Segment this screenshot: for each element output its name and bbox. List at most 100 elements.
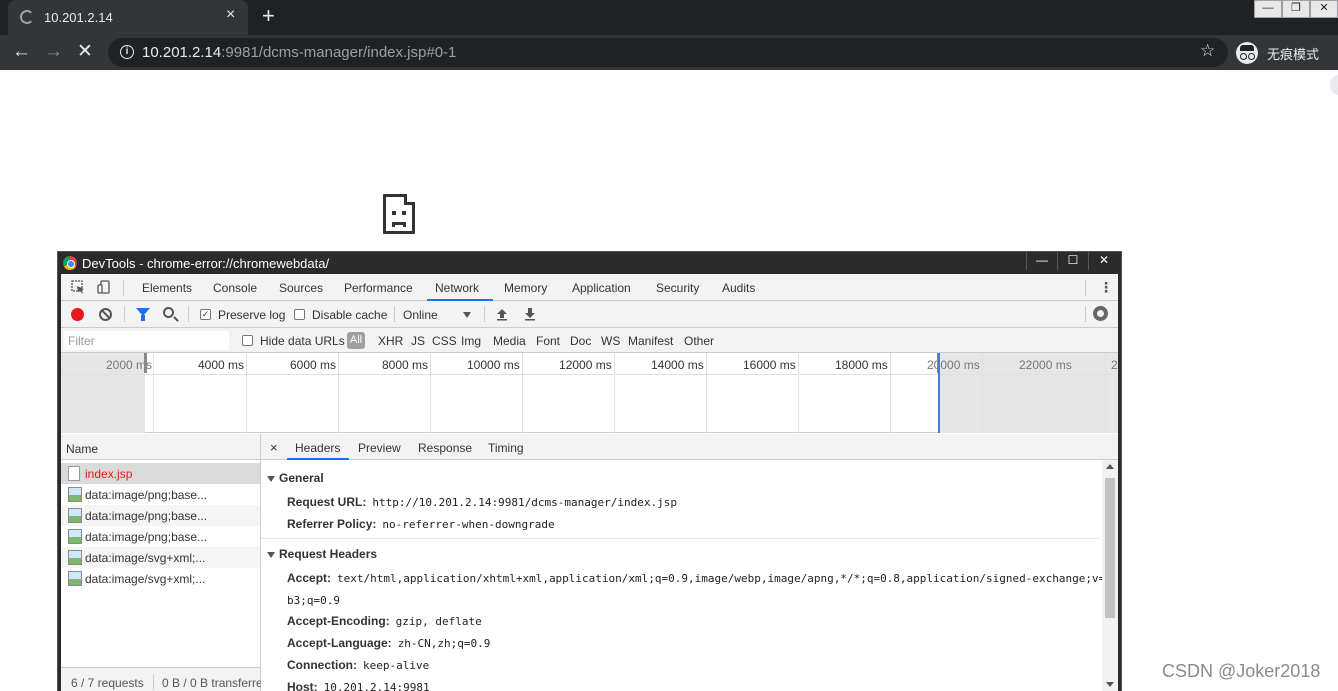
tab-response[interactable]: Response: [418, 441, 472, 455]
disable-cache-checkbox[interactable]: [294, 309, 305, 320]
request-headers-section-header[interactable]: Request Headers: [267, 547, 377, 561]
filter-type-doc[interactable]: Doc: [570, 334, 591, 348]
chevron-down-icon[interactable]: [463, 312, 471, 318]
request-name: data:image/png;base...: [85, 530, 208, 544]
list-item[interactable]: index.jsp: [61, 463, 260, 484]
tab-network[interactable]: Network: [435, 281, 479, 295]
tick-label: 8000 ms: [382, 358, 429, 372]
url-path: :9981/dcms-manager/index.jsp#0-1: [221, 44, 457, 61]
filter-type-font[interactable]: Font: [536, 334, 560, 348]
header-row: Accept: text/html,application/xhtml+xml,a…: [287, 571, 1105, 585]
name-column-header[interactable]: Name: [61, 434, 260, 460]
hide-data-urls-label: Hide data URLs: [260, 334, 345, 348]
more-options-icon[interactable]: ⋮: [1099, 279, 1113, 296]
detail-scrollbar[interactable]: [1102, 460, 1118, 691]
tab-audits[interactable]: Audits: [722, 281, 755, 295]
scroll-down-icon[interactable]: [1106, 682, 1114, 687]
incognito-indicator[interactable]: 无痕模式: [1236, 40, 1319, 66]
filter-input[interactable]: [64, 331, 229, 350]
header-key: Accept-Language:: [287, 636, 392, 650]
tab-timing[interactable]: Timing: [488, 441, 524, 455]
tab-sources[interactable]: Sources: [279, 281, 323, 295]
list-item[interactable]: data:image/svg+xml;...: [61, 568, 260, 589]
sad-page-icon: [383, 194, 415, 234]
filter-type-img[interactable]: Img: [461, 334, 481, 348]
hide-data-urls-checkbox[interactable]: [242, 335, 253, 346]
panel-tabs: Elements Console Sources Performance Net…: [61, 274, 1118, 301]
scroll-up-icon[interactable]: [1106, 464, 1114, 469]
filter-type-ws[interactable]: WS: [601, 334, 620, 348]
import-har-icon[interactable]: [495, 307, 509, 321]
minimize-button[interactable]: —: [1254, 0, 1282, 18]
filter-icon[interactable]: [136, 308, 150, 321]
devtools-maximize-button[interactable]: ☐: [1057, 252, 1088, 270]
watermark: CSDN @Joker2018: [1162, 661, 1321, 681]
bookmark-star-icon[interactable]: ☆: [1200, 41, 1215, 61]
list-item[interactable]: data:image/png;base...: [61, 505, 260, 526]
screen: 10.201.2.14 × + — ❐ ✕ ← → ✕ i 10.201.2.1…: [0, 0, 1338, 691]
devtools-minimize-button[interactable]: —: [1026, 252, 1057, 270]
filter-type-js[interactable]: JS: [411, 334, 425, 348]
tab-preview[interactable]: Preview: [358, 441, 401, 455]
site-info-icon[interactable]: i: [120, 45, 134, 59]
request-detail-panel: × Headers Preview Response Timing Genera…: [261, 434, 1118, 691]
filter-type-xhr[interactable]: XHR: [378, 334, 403, 348]
header-value: text/html,application/xhtml+xml,applicat…: [337, 572, 1106, 585]
stop-loading-icon[interactable]: ✕: [77, 41, 93, 63]
inspect-element-icon[interactable]: [71, 280, 85, 294]
tab-close-icon[interactable]: ×: [226, 6, 235, 24]
section-title: General: [279, 471, 324, 485]
filter-type-media[interactable]: Media: [493, 334, 526, 348]
record-icon[interactable]: [71, 308, 84, 321]
scroll-thumb[interactable]: [1105, 478, 1115, 618]
network-toolbar: ✓ Preserve log Disable cache Online: [61, 301, 1118, 328]
filter-type-other[interactable]: Other: [684, 334, 714, 348]
filter-bar: Hide data URLs All XHR JS CSS Img Media …: [61, 328, 1118, 353]
preserve-log-checkbox[interactable]: ✓: [200, 309, 211, 320]
forward-arrow-icon[interactable]: →: [44, 41, 63, 63]
export-har-icon[interactable]: [523, 307, 537, 321]
back-arrow-icon[interactable]: ←: [12, 41, 31, 63]
tab-console[interactable]: Console: [213, 281, 257, 295]
general-section-header[interactable]: General: [267, 471, 324, 485]
divider: [394, 306, 395, 322]
tab-headers[interactable]: Headers: [295, 441, 340, 455]
tick-label: 14000 ms: [651, 358, 704, 372]
close-icon[interactable]: ×: [270, 440, 278, 455]
list-item[interactable]: data:image/png;base...: [61, 526, 260, 547]
network-status-bar: 6 / 7 requests 0 B / 0 B transferre: [61, 667, 263, 691]
new-tab-button[interactable]: +: [262, 4, 275, 28]
browser-tab[interactable]: 10.201.2.14 ×: [8, 0, 248, 35]
image-icon: [68, 487, 82, 502]
filter-type-css[interactable]: CSS: [432, 334, 457, 348]
filter-type-all[interactable]: All: [347, 332, 365, 349]
devtools-titlebar[interactable]: DevTools - chrome-error://chromewebdata/…: [58, 252, 1121, 274]
request-count: 6 / 7 requests: [71, 676, 144, 690]
menu-edge[interactable]: [1330, 75, 1338, 95]
address-bar[interactable]: i 10.201.2.14:9981/dcms-manager/index.js…: [108, 38, 1228, 67]
list-item[interactable]: data:image/svg+xml;...: [61, 547, 260, 568]
overview-handle-left[interactable]: [144, 353, 147, 373]
list-item[interactable]: data:image/png;base...: [61, 484, 260, 505]
throttling-select[interactable]: Online: [403, 308, 438, 322]
tab-memory[interactable]: Memory: [504, 281, 547, 295]
clear-icon[interactable]: [99, 308, 112, 321]
tab-elements[interactable]: Elements: [142, 281, 192, 295]
divider: [1085, 306, 1086, 322]
header-value: 10.201.2.14:9981: [323, 681, 430, 691]
divider: [188, 306, 189, 322]
devtools-close-button[interactable]: ✕: [1088, 252, 1119, 270]
tab-performance[interactable]: Performance: [344, 281, 413, 295]
incognito-icon: [1236, 42, 1258, 64]
timeline-overview[interactable]: 2000 ms 4000 ms 6000 ms 8000 ms 10000 ms…: [61, 353, 1118, 433]
tab-security[interactable]: Security: [656, 281, 699, 295]
device-toolbar-icon[interactable]: [97, 280, 111, 294]
gear-icon[interactable]: [1093, 306, 1108, 321]
search-icon[interactable]: [163, 307, 174, 318]
close-window-button[interactable]: ✕: [1310, 0, 1338, 18]
url-text[interactable]: 10.201.2.14:9981/dcms-manager/index.jsp#…: [142, 44, 456, 61]
tab-application[interactable]: Application: [572, 281, 631, 295]
tick-label: 6000 ms: [290, 358, 337, 372]
restore-button[interactable]: ❐: [1282, 0, 1310, 18]
filter-type-manifest[interactable]: Manifest: [628, 334, 673, 348]
